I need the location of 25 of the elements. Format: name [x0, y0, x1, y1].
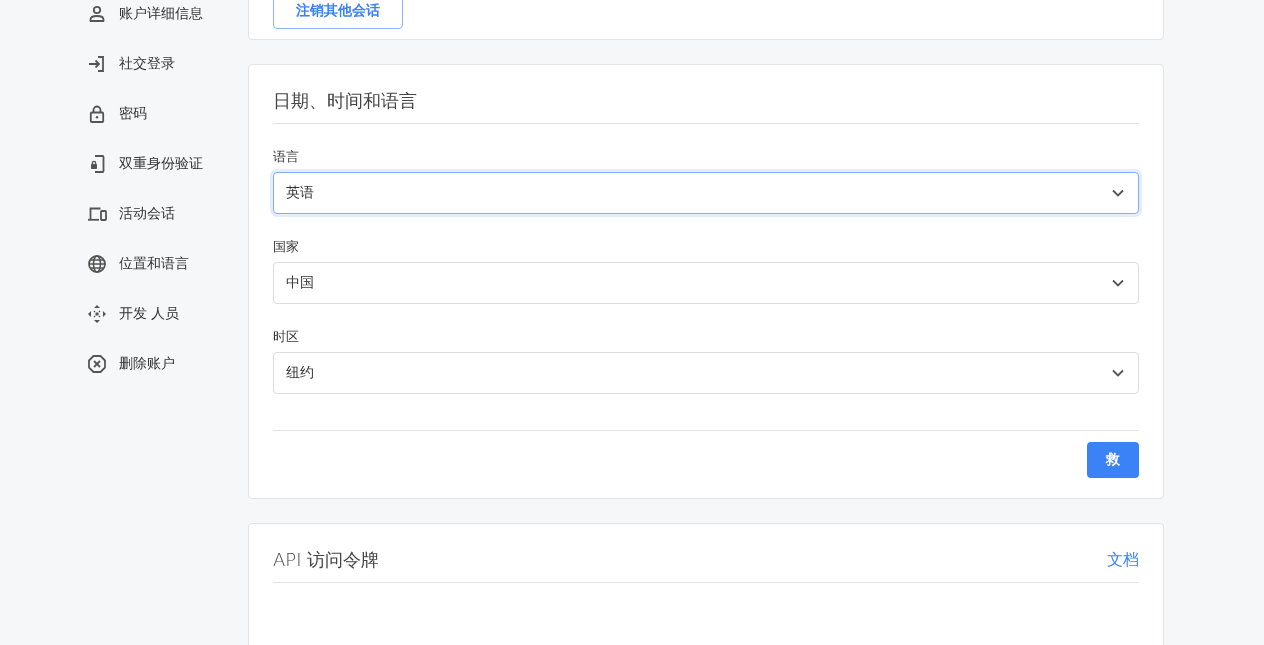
x-octagon-icon [86, 354, 108, 374]
field-label: 国家 [273, 238, 299, 256]
select-field[interactable]: 纽约 [273, 352, 1139, 394]
sidebar-item[interactable]: 开发 人员 [86, 289, 180, 339]
sidebar-item[interactable]: 位置和语言 [86, 239, 189, 289]
select-field[interactable]: 英语 [273, 172, 1139, 214]
sidebar-item[interactable]: 删除账户 [86, 339, 175, 389]
chevron-down-icon [1112, 369, 1124, 377]
select-field[interactable]: 中国 [273, 262, 1139, 304]
diamond-arrows-icon [86, 304, 108, 324]
sidebar-item[interactable]: 双重身份验证 [86, 139, 203, 189]
card-title: 日期、时间和语言 [273, 89, 417, 113]
sidebar-item[interactable]: 社交登录 [86, 39, 175, 89]
chevron-down-icon [1112, 279, 1124, 287]
docs-link[interactable]: 文档 [1107, 549, 1139, 571]
sidebar-item[interactable]: 活动会话 [86, 189, 175, 239]
field-label: 时区 [273, 328, 299, 346]
chevron-down-icon [1112, 189, 1124, 197]
logout-sessions-button[interactable]: 注销其他会话 [273, 0, 403, 29]
sidebar-item[interactable]: 账户详细信息 [86, 0, 203, 39]
globe-icon [86, 254, 108, 274]
sidebar-item[interactable]: 密码 [86, 89, 147, 139]
save-button[interactable]: 救 [1087, 442, 1139, 478]
card-title: API 访问令牌 [273, 548, 380, 572]
field-label: 语言 [273, 148, 299, 166]
